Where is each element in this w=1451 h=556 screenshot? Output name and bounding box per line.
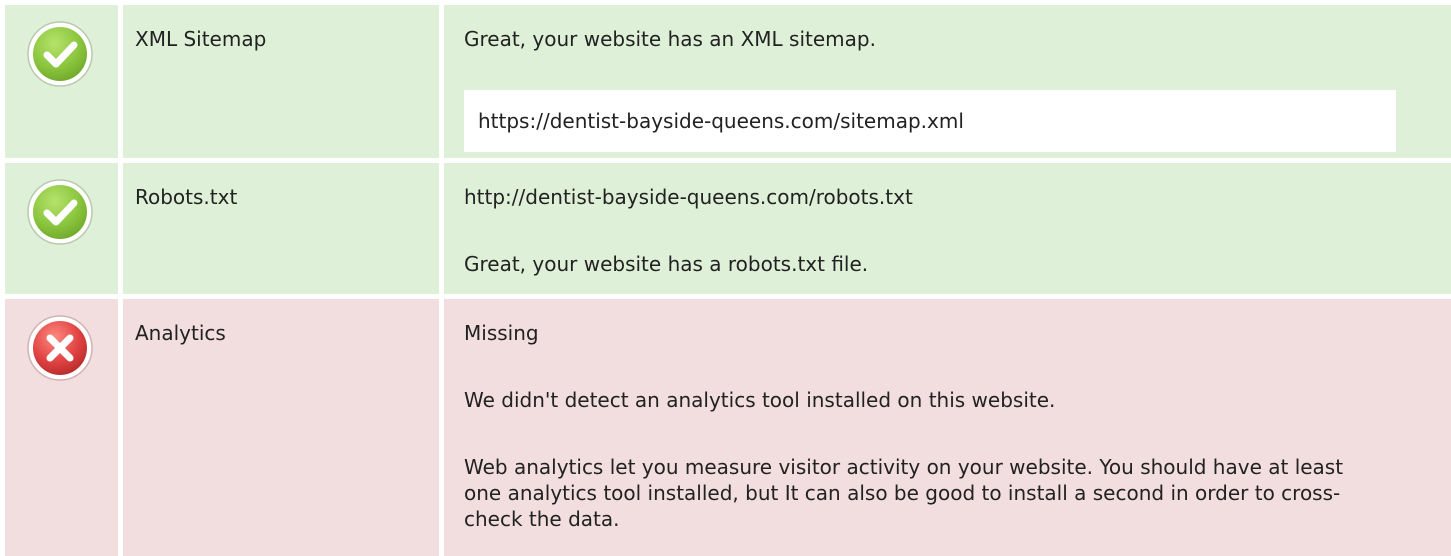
- label-cell: XML Sitemap: [123, 5, 439, 158]
- report-row-xml-sitemap: XML Sitemap Great, your website has an X…: [0, 5, 1451, 158]
- check-circle-icon: [27, 21, 93, 87]
- error-circle-icon: [27, 315, 93, 381]
- seo-report-table: XML Sitemap Great, your website has an X…: [0, 0, 1451, 556]
- status-cell: [5, 299, 118, 556]
- result-message: We didn't detect an analytics tool insta…: [464, 388, 1056, 412]
- sitemap-url: https://dentist-bayside-queens.com/sitem…: [464, 90, 1396, 152]
- row-label: XML Sitemap: [135, 27, 267, 51]
- result-message: Great, your website has a robots.txt fil…: [464, 252, 869, 276]
- content-cell: http://dentist-bayside-queens.com/robots…: [444, 163, 1451, 294]
- status-cell: [5, 5, 118, 158]
- status-text: Missing: [464, 321, 539, 345]
- label-cell: Robots.txt: [123, 163, 439, 294]
- status-cell: [5, 163, 118, 294]
- robots-url: http://dentist-bayside-queens.com/robots…: [464, 185, 913, 209]
- check-circle-icon: [27, 179, 93, 245]
- report-row-robots-txt: Robots.txt http://dentist-bayside-queens…: [0, 163, 1451, 294]
- analytics-description: Web analytics let you measure visitor ac…: [464, 455, 1344, 531]
- content-cell: Great, your website has an XML sitemap. …: [444, 5, 1451, 158]
- label-cell: Analytics: [123, 299, 439, 556]
- result-message: Great, your website has an XML sitemap.: [464, 27, 876, 51]
- report-row-analytics: Analytics Missing We didn't detect an an…: [0, 299, 1451, 556]
- content-cell: Missing We didn't detect an analytics to…: [444, 299, 1451, 556]
- row-label: Robots.txt: [135, 185, 238, 209]
- row-label: Analytics: [135, 321, 226, 345]
